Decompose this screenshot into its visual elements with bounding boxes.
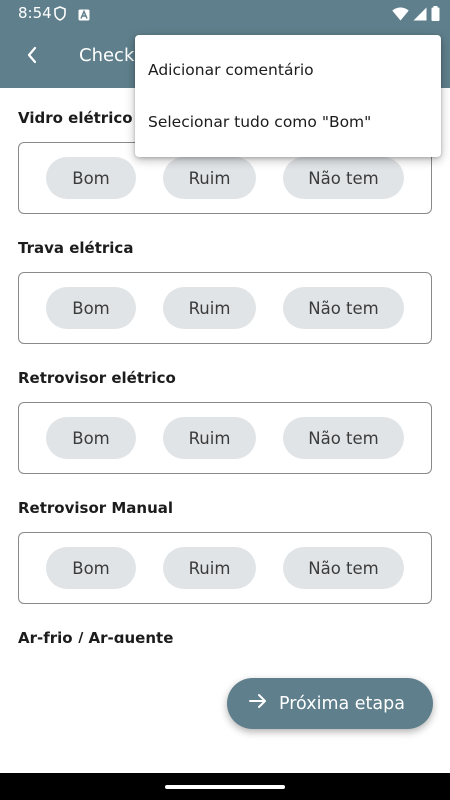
section-title-vidro-eletrico: Vidro elétrico	[18, 109, 133, 127]
next-step-label: Próxima etapa	[279, 693, 405, 714]
menu-item-adicionar-comentario[interactable]: Adicionar comentário	[135, 44, 441, 96]
system-nav-bar	[0, 773, 450, 800]
wifi-icon	[392, 6, 409, 25]
status-right-icons	[392, 6, 440, 25]
option-bom-chip[interactable]: Bom	[46, 417, 136, 459]
option-group-trava-eletrica: Bom Ruim Não tem	[18, 272, 432, 344]
home-indicator[interactable]	[165, 785, 285, 789]
next-step-button[interactable]: Próxima etapa	[227, 678, 433, 729]
option-group-retrovisor-manual: Bom Ruim Não tem	[18, 532, 432, 604]
option-bom-chip[interactable]: Bom	[46, 157, 136, 199]
page-title: Checkl	[79, 45, 140, 66]
option-nao-tem-chip[interactable]: Não tem	[283, 287, 404, 329]
option-nao-tem-chip[interactable]: Não tem	[283, 157, 404, 199]
option-ruim-chip[interactable]: Ruim	[163, 287, 256, 329]
option-bom-chip[interactable]: Bom	[46, 287, 136, 329]
option-group-retrovisor-eletrico: Bom Ruim Não tem	[18, 402, 432, 474]
arrow-right-icon	[249, 693, 267, 714]
notification-a-icon	[78, 6, 90, 25]
battery-icon	[431, 6, 440, 25]
status-left-icons	[54, 6, 90, 25]
status-bar: 8:54	[0, 0, 450, 27]
section-title-retrovisor-eletrico: Retrovisor elétrico	[18, 369, 176, 387]
section-title-retrovisor-manual: Retrovisor Manual	[18, 499, 174, 517]
section-title-trava-eletrica: Trava elétrica	[18, 239, 134, 257]
option-ruim-chip[interactable]: Ruim	[163, 417, 256, 459]
option-ruim-chip[interactable]: Ruim	[163, 157, 256, 199]
status-time: 8:54	[18, 4, 52, 22]
back-button[interactable]	[16, 41, 48, 73]
section-title-ar-frio-ar-quente: Ar-frio / Ar-quente	[18, 629, 174, 643]
option-nao-tem-chip[interactable]: Não tem	[283, 547, 404, 589]
option-nao-tem-chip[interactable]: Não tem	[283, 417, 404, 459]
option-ruim-chip[interactable]: Ruim	[163, 547, 256, 589]
signal-icon	[413, 6, 427, 25]
checklist-content[interactable]: Vidro elétrico Bom Ruim Não tem Trava el…	[0, 88, 450, 643]
menu-item-selecionar-tudo-bom[interactable]: Selecionar tudo como "Bom"	[135, 96, 441, 148]
back-chevron-icon	[26, 46, 38, 68]
shield-icon	[54, 6, 66, 25]
overflow-menu: Adicionar comentário Selecionar tudo com…	[135, 35, 441, 157]
option-bom-chip[interactable]: Bom	[46, 547, 136, 589]
